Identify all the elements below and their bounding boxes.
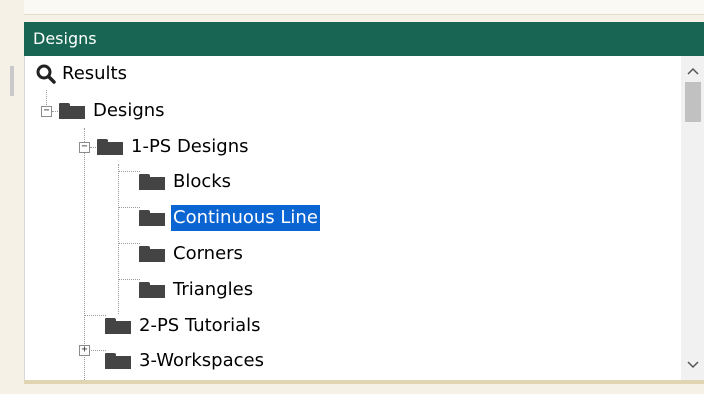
tree-line (118, 164, 119, 314)
tree-item-label: Designs (93, 100, 165, 121)
tree-item-2-ps-tutorials[interactable]: 2-PS Tutorials (105, 311, 263, 341)
tree-line (52, 111, 58, 112)
tree-line (118, 207, 140, 208)
tree-item-label: 3-Workspaces (139, 350, 264, 371)
folder-icon (139, 246, 165, 262)
tree-item-label-selected: Continuous Line (171, 205, 320, 231)
tree-item-label: Corners (173, 243, 243, 264)
tree-item-1-ps-designs[interactable]: 1-PS Designs (97, 132, 250, 162)
tree-line (118, 243, 140, 244)
collapse-icon[interactable]: − (41, 106, 52, 117)
tree-line (89, 350, 106, 351)
tree-view[interactable]: Results − Designs − 1-PS Designs Blocks … (24, 56, 704, 384)
folder-icon (139, 282, 165, 298)
tree-item-continuous-line[interactable]: Continuous Line (139, 203, 320, 233)
folder-icon (139, 174, 165, 190)
panel-title: Designs (24, 22, 704, 56)
tree-item-designs[interactable]: Designs (59, 96, 167, 126)
top-strip-inner (24, 0, 704, 15)
tree-line (118, 279, 140, 280)
collapse-icon[interactable]: − (79, 142, 90, 153)
tree-line (90, 147, 96, 148)
tree-line (84, 315, 106, 316)
tree-item-blocks[interactable]: Blocks (139, 167, 233, 197)
tree-item-label: 2-PS Tutorials (139, 315, 261, 336)
tree-item-3-workspaces[interactable]: 3-Workspaces (105, 346, 266, 376)
tree-item-label: Triangles (173, 279, 254, 300)
chevron-up-icon[interactable] (681, 60, 704, 82)
tree-item-corners[interactable]: Corners (139, 239, 245, 269)
expand-icon[interactable]: + (79, 345, 90, 356)
tree-item-triangles[interactable]: Triangles (139, 275, 255, 305)
folder-icon (139, 210, 165, 226)
folder-icon (105, 353, 131, 369)
chevron-down-icon[interactable] (681, 354, 704, 376)
tree-item-label: Results (62, 63, 127, 84)
folder-icon (105, 318, 131, 334)
tree-item-label: Blocks (173, 171, 232, 192)
folder-icon (97, 139, 123, 155)
top-strip (0, 0, 704, 22)
folder-icon (59, 103, 85, 119)
vertical-scrollbar[interactable] (681, 56, 704, 380)
left-scroll-indicator (10, 66, 14, 96)
tree-item-results[interactable]: Results (35, 59, 129, 89)
tree-item-label: 1-PS Designs (131, 136, 249, 157)
designs-panel: Designs Results − Designs − 1-PS Designs… (24, 22, 704, 394)
tree-line (118, 171, 140, 172)
magnifier-icon (36, 64, 56, 84)
panel-footer-strip (24, 384, 704, 394)
scrollbar-thumb[interactable] (685, 82, 701, 122)
